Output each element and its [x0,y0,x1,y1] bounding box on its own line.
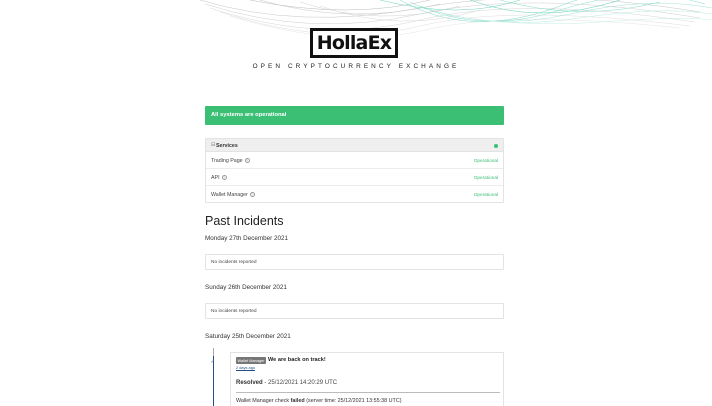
service-status: Operational [473,158,498,163]
service-status: Operational [473,192,498,197]
resolved-line: Resolved - 25/12/2021 14:20:29 UTC [236,380,337,386]
timeline-line-top [213,348,214,356]
timeline-line [213,348,214,406]
incident-entry: ✓ Wallet Manager We are back on track! 2… [205,348,504,406]
incident-day-date: Monday 27th December 2021 [205,235,288,242]
help-icon[interactable]: ? [249,191,255,197]
services-title: Services [216,142,238,149]
services-panel: ⊟ Services Trading Page? Operational API… [205,138,504,203]
incident-detail: Wallet Manager check failed (server time… [236,398,402,404]
collapse-icon[interactable]: ⊟ [211,142,215,148]
tagline: OPEN CRYPTOCURRENCY EXCHANGE [252,63,460,70]
component-tag: Wallet Manager [236,357,267,364]
past-incidents-title: Past Incidents [205,214,284,228]
service-row-trading-page: Trading Page? Operational [206,152,503,169]
no-incidents-text: No incidents reported [211,260,257,265]
hero-banner: HollaEx OPEN CRYPTOCURRENCY EXCHANGE [0,0,712,88]
services-header[interactable]: ⊟ Services [206,139,503,152]
help-icon[interactable]: ? [244,157,250,163]
no-incidents-box: No incidents reported [205,254,504,270]
incident-day-date: Saturday 25th December 2021 [205,333,291,340]
service-name: API [211,174,220,181]
incident-card: Wallet Manager We are back on track! 2 d… [230,352,504,406]
failed-status: failed [290,398,305,404]
service-status: Operational [473,175,498,180]
divider [236,392,500,393]
incident-time-link[interactable]: 2 days ago [236,365,255,370]
service-row-api: API? Operational [206,169,503,186]
check-icon: ✓ [210,359,215,365]
resolved-time: - 25/12/2021 14:20:29 UTC [262,380,338,386]
system-status-banner: All systems are operational [205,106,504,125]
logo-text: HollaEx [316,32,392,54]
service-name: Trading Page [211,157,243,164]
system-status-text: All systems are operational [211,112,287,118]
hollaex-logo[interactable]: HollaEx [310,28,398,58]
status-dot-icon [494,143,498,148]
incident-title: We are back on track! [268,356,326,363]
no-incidents-box: No incidents reported [205,303,504,319]
help-icon[interactable]: ? [221,174,227,180]
incident-day-date: Sunday 26th December 2021 [205,284,287,291]
service-name: Wallet Manager [211,191,248,198]
no-incidents-text: No incidents reported [211,309,257,314]
service-row-wallet-manager: Wallet Manager? Operational [206,186,503,203]
resolved-label: Resolved [236,380,263,386]
